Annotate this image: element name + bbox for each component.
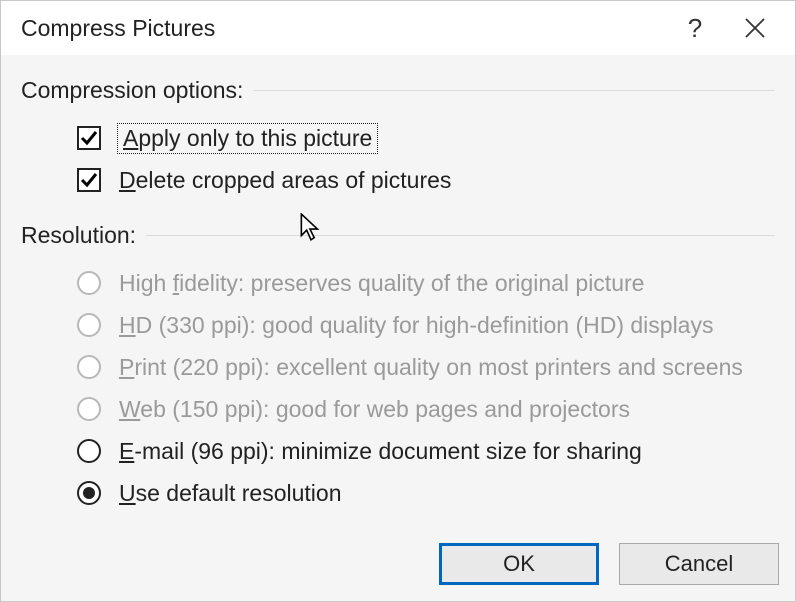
- close-icon: [744, 17, 766, 39]
- delete-cropped-option[interactable]: Delete cropped areas of pictures: [77, 160, 775, 200]
- resolution-options: High fidelity: preserves quality of the …: [21, 263, 775, 513]
- ok-button[interactable]: OK: [439, 543, 599, 585]
- resolution-radio-web-150: [77, 397, 101, 421]
- dialog-title: Compress Pictures: [21, 15, 665, 42]
- dialog-body: Compression options: Apply only to this …: [1, 55, 795, 535]
- radio-dot-icon: [83, 487, 95, 499]
- resolution-option-high-fidelity: High fidelity: preserves quality of the …: [77, 263, 775, 303]
- resolution-radio-print-220: [77, 355, 101, 379]
- resolution-option-default-resolution[interactable]: Use default resolution: [77, 473, 775, 513]
- resolution-option-hd-330: HD (330 ppi): good quality for high-defi…: [77, 305, 775, 345]
- checkmark-icon: [80, 171, 98, 189]
- close-button[interactable]: [725, 1, 785, 55]
- delete-cropped-checkbox[interactable]: [77, 168, 101, 192]
- help-button[interactable]: ?: [665, 1, 725, 55]
- delete-cropped-label: Delete cropped areas of pictures: [119, 167, 451, 194]
- resolution-label-high-fidelity: High fidelity: preserves quality of the …: [119, 270, 644, 297]
- title-bar: Compress Pictures ?: [1, 1, 795, 55]
- resolution-header: Resolution:: [21, 222, 775, 249]
- resolution-radio-hd-330: [77, 313, 101, 337]
- resolution-radio-default-resolution[interactable]: [77, 481, 101, 505]
- resolution-label-hd-330: HD (330 ppi): good quality for high-defi…: [119, 312, 713, 339]
- resolution-label-web-150: Web (150 ppi): good for web pages and pr…: [119, 396, 630, 423]
- apply-only-label: Apply only to this picture: [119, 125, 376, 152]
- resolution-label-email-96: E-mail (96 ppi): minimize document size …: [119, 438, 642, 465]
- resolution-option-print-220: Print (220 ppi): excellent quality on mo…: [77, 347, 775, 387]
- resolution-radio-email-96[interactable]: [77, 439, 101, 463]
- resolution-label-default-resolution: Use default resolution: [119, 480, 341, 507]
- dialog-footer: OK Cancel: [1, 535, 795, 601]
- resolution-label-print-220: Print (220 ppi): excellent quality on mo…: [119, 354, 743, 381]
- resolution-option-email-96[interactable]: E-mail (96 ppi): minimize document size …: [77, 431, 775, 471]
- resolution-radio-high-fidelity: [77, 271, 101, 295]
- compression-options-header: Compression options:: [21, 77, 775, 104]
- apply-only-option[interactable]: Apply only to this picture: [77, 118, 775, 158]
- compress-pictures-dialog: Compress Pictures ? Compression options:…: [0, 0, 796, 602]
- resolution-option-web-150: Web (150 ppi): good for web pages and pr…: [77, 389, 775, 429]
- cancel-button[interactable]: Cancel: [619, 543, 779, 585]
- apply-only-checkbox[interactable]: [77, 126, 101, 150]
- checkmark-icon: [80, 129, 98, 147]
